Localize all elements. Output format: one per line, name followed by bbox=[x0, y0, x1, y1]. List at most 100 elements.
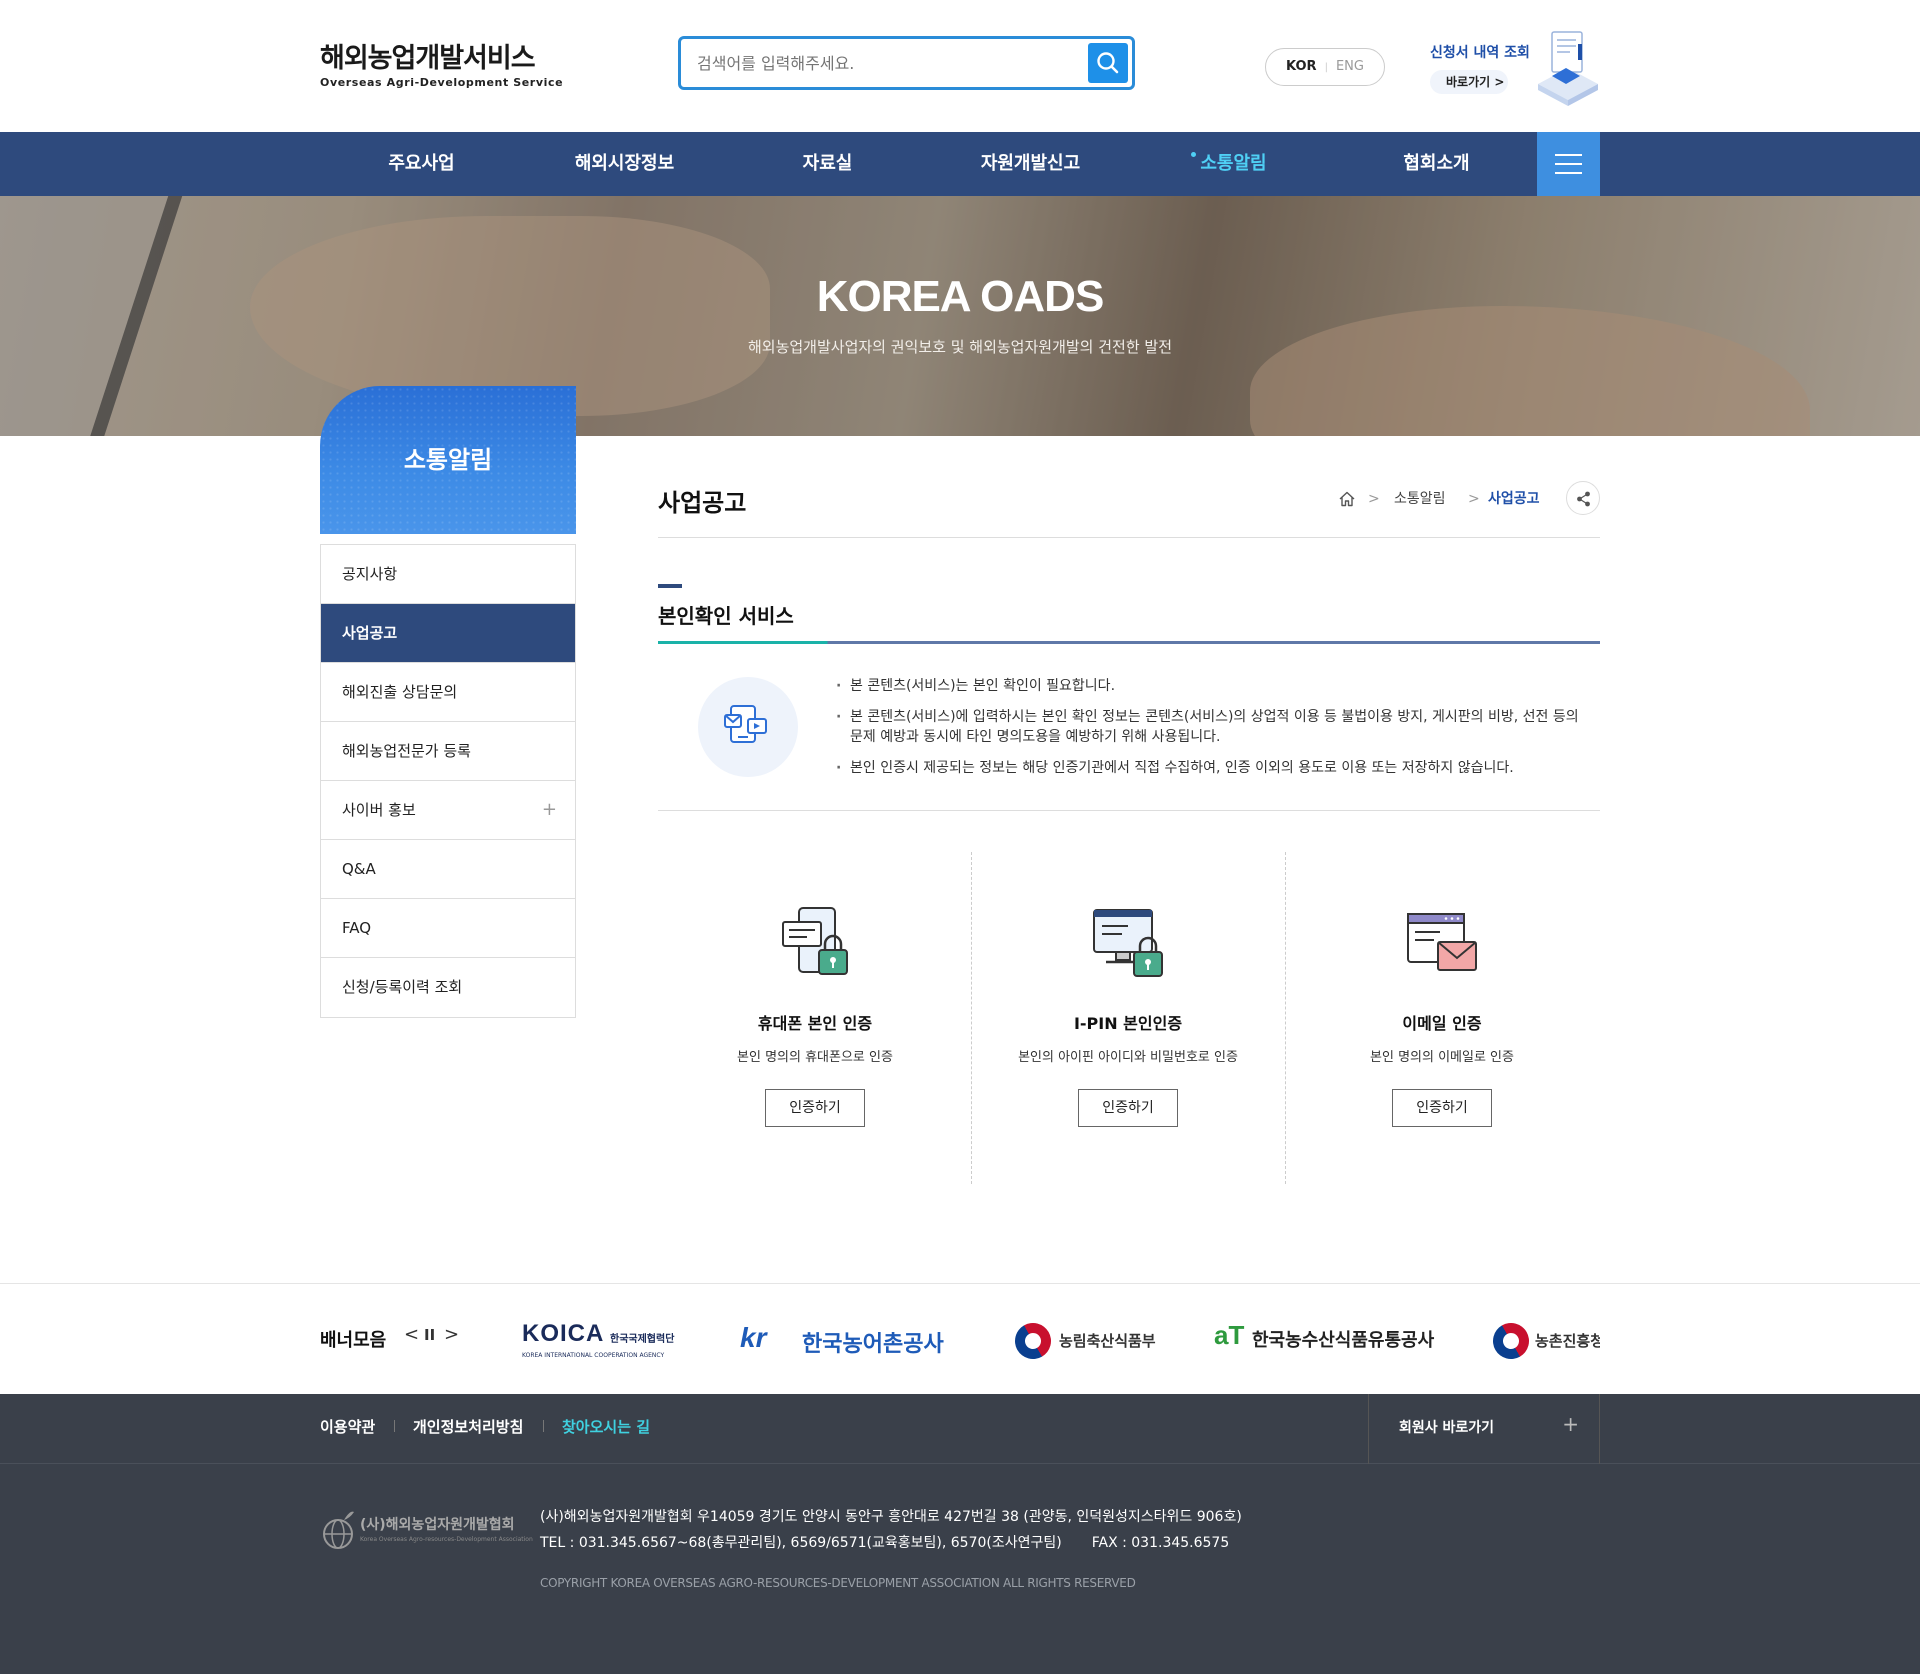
sidebar-item-notice[interactable]: 공지사항 bbox=[321, 545, 575, 604]
sidebar-item-faq[interactable]: FAQ bbox=[321, 899, 575, 958]
section-title-bar bbox=[658, 584, 682, 588]
share-button[interactable] bbox=[1566, 481, 1600, 515]
sidebar-menu: 공지사항 사업공고 해외진출 상담문의 해외농업전문가 등록 사이버 홍보 + Q… bbox=[320, 544, 576, 1018]
site-header: 해외농업개발서비스 Overseas Agri-Development Serv… bbox=[0, 0, 1920, 132]
banner-pause-button[interactable]: II bbox=[424, 1326, 435, 1344]
sidebar-item-history[interactable]: 신청/등록이력 조회 bbox=[321, 958, 575, 1017]
hero-title: KOREA OADS bbox=[816, 272, 1105, 321]
auth-card-phone: 휴대폰 본인 인증 본인 명의의 휴대폰으로 인증 인증하기 bbox=[658, 900, 972, 1127]
hero-subtitle: 해외농업개발사업자의 권익보호 및 해외농업자원개발의 건전한 발전 bbox=[747, 338, 1173, 356]
all-menu-button[interactable] bbox=[1537, 132, 1600, 196]
email-auth-button[interactable]: 인증하기 bbox=[1392, 1089, 1492, 1127]
banner-logo-krc[interactable]: kr 한국농어촌공사 bbox=[740, 1306, 970, 1376]
auth-card-title: 이메일 인증 bbox=[1402, 1014, 1482, 1033]
footer-contact-line: TEL : 031.345.6567~68(총무관리팀), 6569/6571(… bbox=[540, 1530, 1242, 1556]
breadcrumb-separator: > bbox=[1368, 491, 1380, 507]
auth-card-ipin: I-PIN 본인인증 본인의 아이핀 아이디와 비밀번호로 인증 인증하기 bbox=[971, 900, 1285, 1127]
lang-eng[interactable]: ENG bbox=[1336, 59, 1364, 74]
footer-logo: (사)해외농업자원개발협회 Korea Overseas Agro-resour… bbox=[320, 1504, 533, 1554]
banner-logo-sub: 한국농수산식품유통공사 bbox=[1252, 1330, 1435, 1351]
sidebar-item-expert-register[interactable]: 해외농업전문가 등록 bbox=[321, 722, 575, 781]
ipin-auth-button[interactable]: 인증하기 bbox=[1078, 1089, 1178, 1127]
search-button[interactable] bbox=[1088, 43, 1128, 83]
auth-card-title: 휴대폰 본인 인증 bbox=[757, 1014, 873, 1033]
auth-card-desc: 본인 명의의 이메일로 인증 bbox=[1370, 1050, 1514, 1065]
logo-english: Overseas Agri-Development Service bbox=[320, 76, 564, 89]
logo-korean: 해외농업개발서비스 bbox=[320, 43, 536, 74]
footer: (사)해외농업자원개발협회 Korea Overseas Agro-resour… bbox=[0, 1464, 1920, 1674]
banner-logo-sub: 한국농어촌공사 bbox=[802, 1332, 944, 1357]
home-icon[interactable] bbox=[1338, 490, 1356, 508]
footer-link-directions[interactable]: 찾아오시는 길 bbox=[562, 1416, 650, 1437]
share-icon bbox=[1577, 491, 1590, 507]
banner-logo-main: KOICA bbox=[522, 1320, 605, 1347]
banner-logo-main: 농촌진흥청 bbox=[1535, 1332, 1600, 1350]
plus-icon: + bbox=[1562, 1412, 1579, 1436]
page-title: 사업공고 bbox=[658, 489, 747, 517]
nav-item-communication[interactable]: 소통알림 bbox=[1132, 132, 1335, 196]
banner-prev-button[interactable]: < bbox=[404, 1324, 419, 1345]
auth-card-desc: 본인의 아이핀 아이디와 비밀번호로 인증 bbox=[1018, 1050, 1238, 1065]
footer-address: (사)해외농업자원개발협회 우14059 경기도 안양시 동안구 흥안대로 42… bbox=[540, 1504, 1242, 1556]
family-site-selector[interactable]: 회원사 바로가기 + bbox=[1368, 1394, 1600, 1464]
site-logo[interactable]: 해외농업개발서비스 Overseas Agri-Development Serv… bbox=[320, 43, 564, 90]
lang-kor[interactable]: KOR bbox=[1286, 59, 1317, 74]
notice-item: 본 콘텐츠(서비스)는 본인 확인이 필요합니다. bbox=[832, 676, 1592, 696]
banner-logo-at[interactable]: aT 한국농수산식품유통공사 bbox=[1214, 1306, 1454, 1376]
government-emblem-icon bbox=[1008, 1316, 1058, 1366]
government-emblem-icon bbox=[1486, 1316, 1536, 1366]
banner-strip: 배너모음 < II > KOICA 한국국제협력단 KOREA INTERNAT… bbox=[0, 1283, 1920, 1394]
main-navigation: 주요사업 해외시장정보 자료실 자원개발신고 소통알림 협회소개 bbox=[0, 132, 1920, 196]
banner-next-button[interactable]: > bbox=[444, 1324, 459, 1345]
footer-address-line: (사)해외농업자원개발협회 우14059 경기도 안양시 동안구 흥안대로 42… bbox=[540, 1509, 1242, 1525]
banner-logo-mafra[interactable]: 농림축산식품부 bbox=[1008, 1306, 1175, 1376]
sidebar-item-label: 사이버 홍보 bbox=[342, 801, 416, 819]
banner-logo-sub2: KOREA INTERNATIONAL COOPERATION AGENCY bbox=[522, 1352, 665, 1359]
phone-auth-button[interactable]: 인증하기 bbox=[765, 1089, 865, 1127]
hero-banner: KOREA OADS 해외농업개발사업자의 권익보호 및 해외농업자원개발의 건… bbox=[0, 196, 1920, 436]
footer-link-privacy[interactable]: 개인정보처리방침 bbox=[413, 1416, 523, 1437]
auth-card-title: I-PIN 본인인증 bbox=[1073, 1014, 1183, 1033]
hamburger-icon bbox=[1555, 154, 1582, 156]
breadcrumb-current[interactable]: 사업공고 bbox=[1488, 484, 1540, 514]
breadcrumb-separator: > bbox=[1468, 491, 1480, 507]
banner-logo-sub: 한국국제협력단 bbox=[610, 1334, 675, 1345]
banner-label: 배너모음 bbox=[320, 1330, 387, 1351]
footer-link-terms[interactable]: 이용약관 bbox=[320, 1416, 375, 1437]
sidebar-item-overseas-consult[interactable]: 해외진출 상담문의 bbox=[321, 663, 575, 722]
verification-notice-list: 본 콘텐츠(서비스)는 본인 확인이 필요합니다. 본 콘텐츠(서비스)에 입력… bbox=[832, 676, 1592, 789]
footer-fax: FAX : 031.345.6575 bbox=[1091, 1535, 1230, 1551]
application-lookup-link[interactable]: 바로가기 > bbox=[1430, 70, 1508, 94]
phone-lock-icon bbox=[775, 900, 855, 984]
notice-item: 본인 인증시 제공되는 정보는 해당 인증기관에서 직접 수집하여, 인증 이외… bbox=[832, 758, 1592, 778]
nav-item-main-business[interactable]: 주요사업 bbox=[320, 132, 523, 196]
notice-item: 본 콘텐츠(서비스)에 입력하시는 본인 확인 정보는 콘텐츠(서비스)의 상업… bbox=[832, 707, 1592, 747]
nav-item-resource-report[interactable]: 자원개발신고 bbox=[929, 132, 1132, 196]
auth-card-desc: 본인 명의의 휴대폰으로 인증 bbox=[737, 1050, 893, 1065]
nav-item-about[interactable]: 협회소개 bbox=[1335, 132, 1538, 196]
nav-item-overseas-market[interactable]: 해외시장정보 bbox=[523, 132, 726, 196]
banner-logo-koica[interactable]: KOICA 한국국제협력단 KOREA INTERNATIONAL COOPER… bbox=[520, 1306, 690, 1376]
sidebar-item-cyber-promotion[interactable]: 사이버 홍보 + bbox=[321, 781, 575, 840]
monitor-lock-icon bbox=[1088, 900, 1168, 984]
globe-logo-icon bbox=[323, 1511, 354, 1549]
banner-logo-main: aT bbox=[1214, 1320, 1245, 1350]
language-switch: KOR | ENG bbox=[1265, 48, 1385, 86]
family-site-label: 회원사 바로가기 bbox=[1399, 1420, 1495, 1436]
banner-logo-rda[interactable]: 농촌진흥청 bbox=[1486, 1306, 1600, 1376]
nav-item-library[interactable]: 자료실 bbox=[726, 132, 929, 196]
breadcrumb-level1[interactable]: 소통알림 bbox=[1394, 484, 1446, 514]
expand-plus-icon[interactable]: + bbox=[542, 781, 557, 839]
application-lookup[interactable]: 신청서 내역 조회 바로가기 > bbox=[1430, 31, 1600, 112]
section-title: 본인확인 서비스 bbox=[658, 604, 794, 628]
sidebar-item-business-announcement[interactable]: 사업공고 bbox=[321, 604, 575, 663]
sidebar-header: 소통알림 bbox=[320, 386, 576, 534]
footer-links-bar: 이용약관 개인정보처리방침 찾아오시는 길 회원사 바로가기 + bbox=[0, 1394, 1920, 1464]
document-illustration-icon bbox=[1538, 31, 1598, 106]
banner-logo-main: 농림축산식품부 bbox=[1059, 1332, 1156, 1350]
search-input[interactable] bbox=[697, 49, 1057, 77]
email-window-icon bbox=[1402, 900, 1482, 984]
footer-copyright: COPYRIGHT KOREA OVERSEAS AGRO-RESOURCES-… bbox=[540, 1576, 1136, 1590]
sidebar-item-qna[interactable]: Q&A bbox=[321, 840, 575, 899]
search-icon bbox=[1097, 52, 1119, 74]
